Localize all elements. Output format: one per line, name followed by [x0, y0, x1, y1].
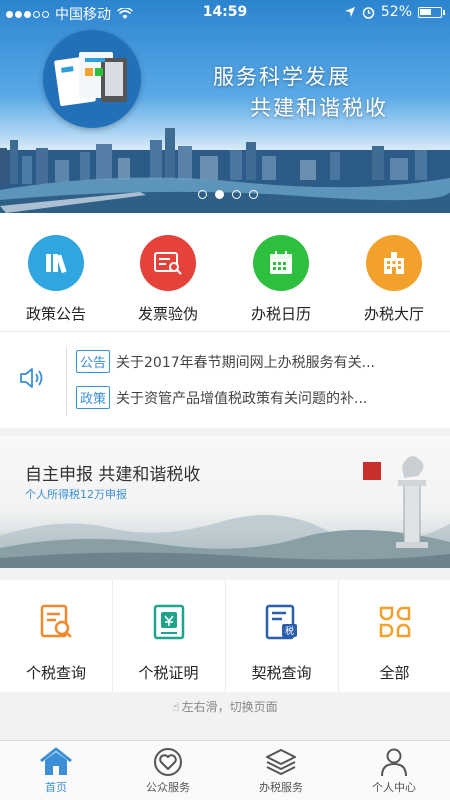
service-grid: 个税查询 个税证明 税 契税查询 全部: [0, 580, 450, 692]
divider: [66, 346, 67, 416]
all-grid-icon: [379, 606, 410, 638]
calendar-icon: [253, 235, 309, 291]
quick-action-invoice[interactable]: 发票验伪: [112, 235, 224, 324]
promo-title: 自主申报 共建和谐税收: [25, 465, 201, 485]
banner-slogan-line1: 服务科学发展: [213, 65, 351, 89]
quick-action-label: 办税大厅: [363, 305, 424, 323]
bottom-tab-bar: 首页 公众服务 办税服务 个人中心: [0, 740, 450, 800]
tab-label: 个人中心: [372, 781, 416, 794]
speaker-icon: [20, 368, 43, 388]
heart-service-icon: [154, 748, 182, 776]
layers-icon: [266, 749, 296, 775]
notice-tag: 政策: [76, 386, 111, 409]
app-preview-circle: [43, 30, 141, 128]
notice-text: 关于2017年春节期间网上办税服务有关...: [116, 354, 375, 371]
service-tax-query[interactable]: 个税查询: [0, 580, 112, 692]
pager-dot[interactable]: [249, 190, 258, 199]
service-tax-certificate[interactable]: 个税证明: [112, 580, 224, 692]
quick-action-calendar[interactable]: 办税日历: [225, 235, 337, 324]
pager-dot[interactable]: [198, 190, 207, 199]
quick-action-label: 办税日历: [250, 305, 311, 323]
tab-label: 公众服务: [146, 781, 190, 794]
service-deed-tax-query[interactable]: 税 契税查询: [225, 580, 337, 692]
banner-slogan-line2: 共建和谐税收: [250, 96, 388, 120]
notice-ticker: 公告 关于2017年春节期间网上办税服务有关... 政策 关于资管产品增值税政策…: [0, 331, 450, 428]
notice-text: 关于资管产品增值税政策有关问题的补...: [116, 390, 368, 407]
pager-dot-active[interactable]: [215, 190, 224, 199]
svg-text:税: 税: [284, 625, 293, 637]
quick-action-label: 发票验伪: [137, 305, 198, 323]
landscape-illustration: [0, 456, 450, 568]
service-all[interactable]: 全部: [338, 580, 450, 692]
notice-tag: 公告: [76, 350, 111, 373]
deed-tax-query-icon: 税: [265, 604, 297, 640]
invoice-search-icon: [140, 235, 196, 291]
tab-label: 首页: [45, 781, 67, 794]
person-icon: [381, 748, 407, 777]
tab-public-service[interactable]: 公众服务: [112, 747, 224, 795]
swipe-hint-text: 左右滑，切换页面: [181, 700, 278, 714]
battery-percent: 52%: [380, 4, 412, 20]
alarm-clock-icon: [362, 6, 375, 19]
tax-hall-building-icon: [366, 235, 422, 291]
tax-certificate-icon: [153, 604, 184, 640]
quick-action-tax-hall[interactable]: 办税大厅: [338, 235, 450, 324]
banner-carousel[interactable]: 中国移动 14:59 52% 服务科学发展 共建和谐税收: [0, 0, 450, 213]
quick-action-label: 政策公告: [25, 305, 86, 323]
carousel-pager[interactable]: [198, 190, 258, 199]
quick-action-policy[interactable]: 政策公告: [0, 235, 112, 324]
notice-item[interactable]: 政策 关于资管产品增值税政策有关问题的补...: [76, 386, 436, 409]
pager-dot[interactable]: [232, 190, 241, 199]
tax-query-icon: [40, 604, 72, 638]
tab-personal-center[interactable]: 个人中心: [338, 747, 450, 795]
policy-books-icon: [28, 235, 84, 291]
tab-home[interactable]: 首页: [0, 747, 112, 795]
notice-item[interactable]: 公告 关于2017年春节期间网上办税服务有关...: [76, 350, 436, 373]
home-icon: [40, 747, 72, 775]
swipe-hand-icon: ☝: [172, 700, 180, 714]
service-label: 个税查询: [25, 664, 86, 682]
service-label: 全部: [379, 664, 410, 682]
phone-screens-icon: [54, 52, 127, 107]
swipe-hint: ☝ 左右滑，切换页面: [0, 698, 450, 715]
service-label: 个税证明: [138, 664, 199, 682]
tab-label: 办税服务: [259, 781, 303, 794]
promo-subtitle: 个人所得税12万申报: [25, 488, 127, 501]
quick-actions: 政策公告 发票验伪 办税日历 办税大厅: [0, 213, 450, 331]
battery-icon: [418, 6, 445, 18]
service-label: 契税查询: [251, 664, 312, 682]
promo-banner[interactable]: 自主申报 共建和谐税收 个人所得税12万申报: [0, 436, 450, 568]
status-bar: 中国移动 14:59 52%: [0, 0, 450, 26]
location-arrow-icon: [344, 7, 355, 17]
tab-tax-service[interactable]: 办税服务: [225, 747, 337, 795]
